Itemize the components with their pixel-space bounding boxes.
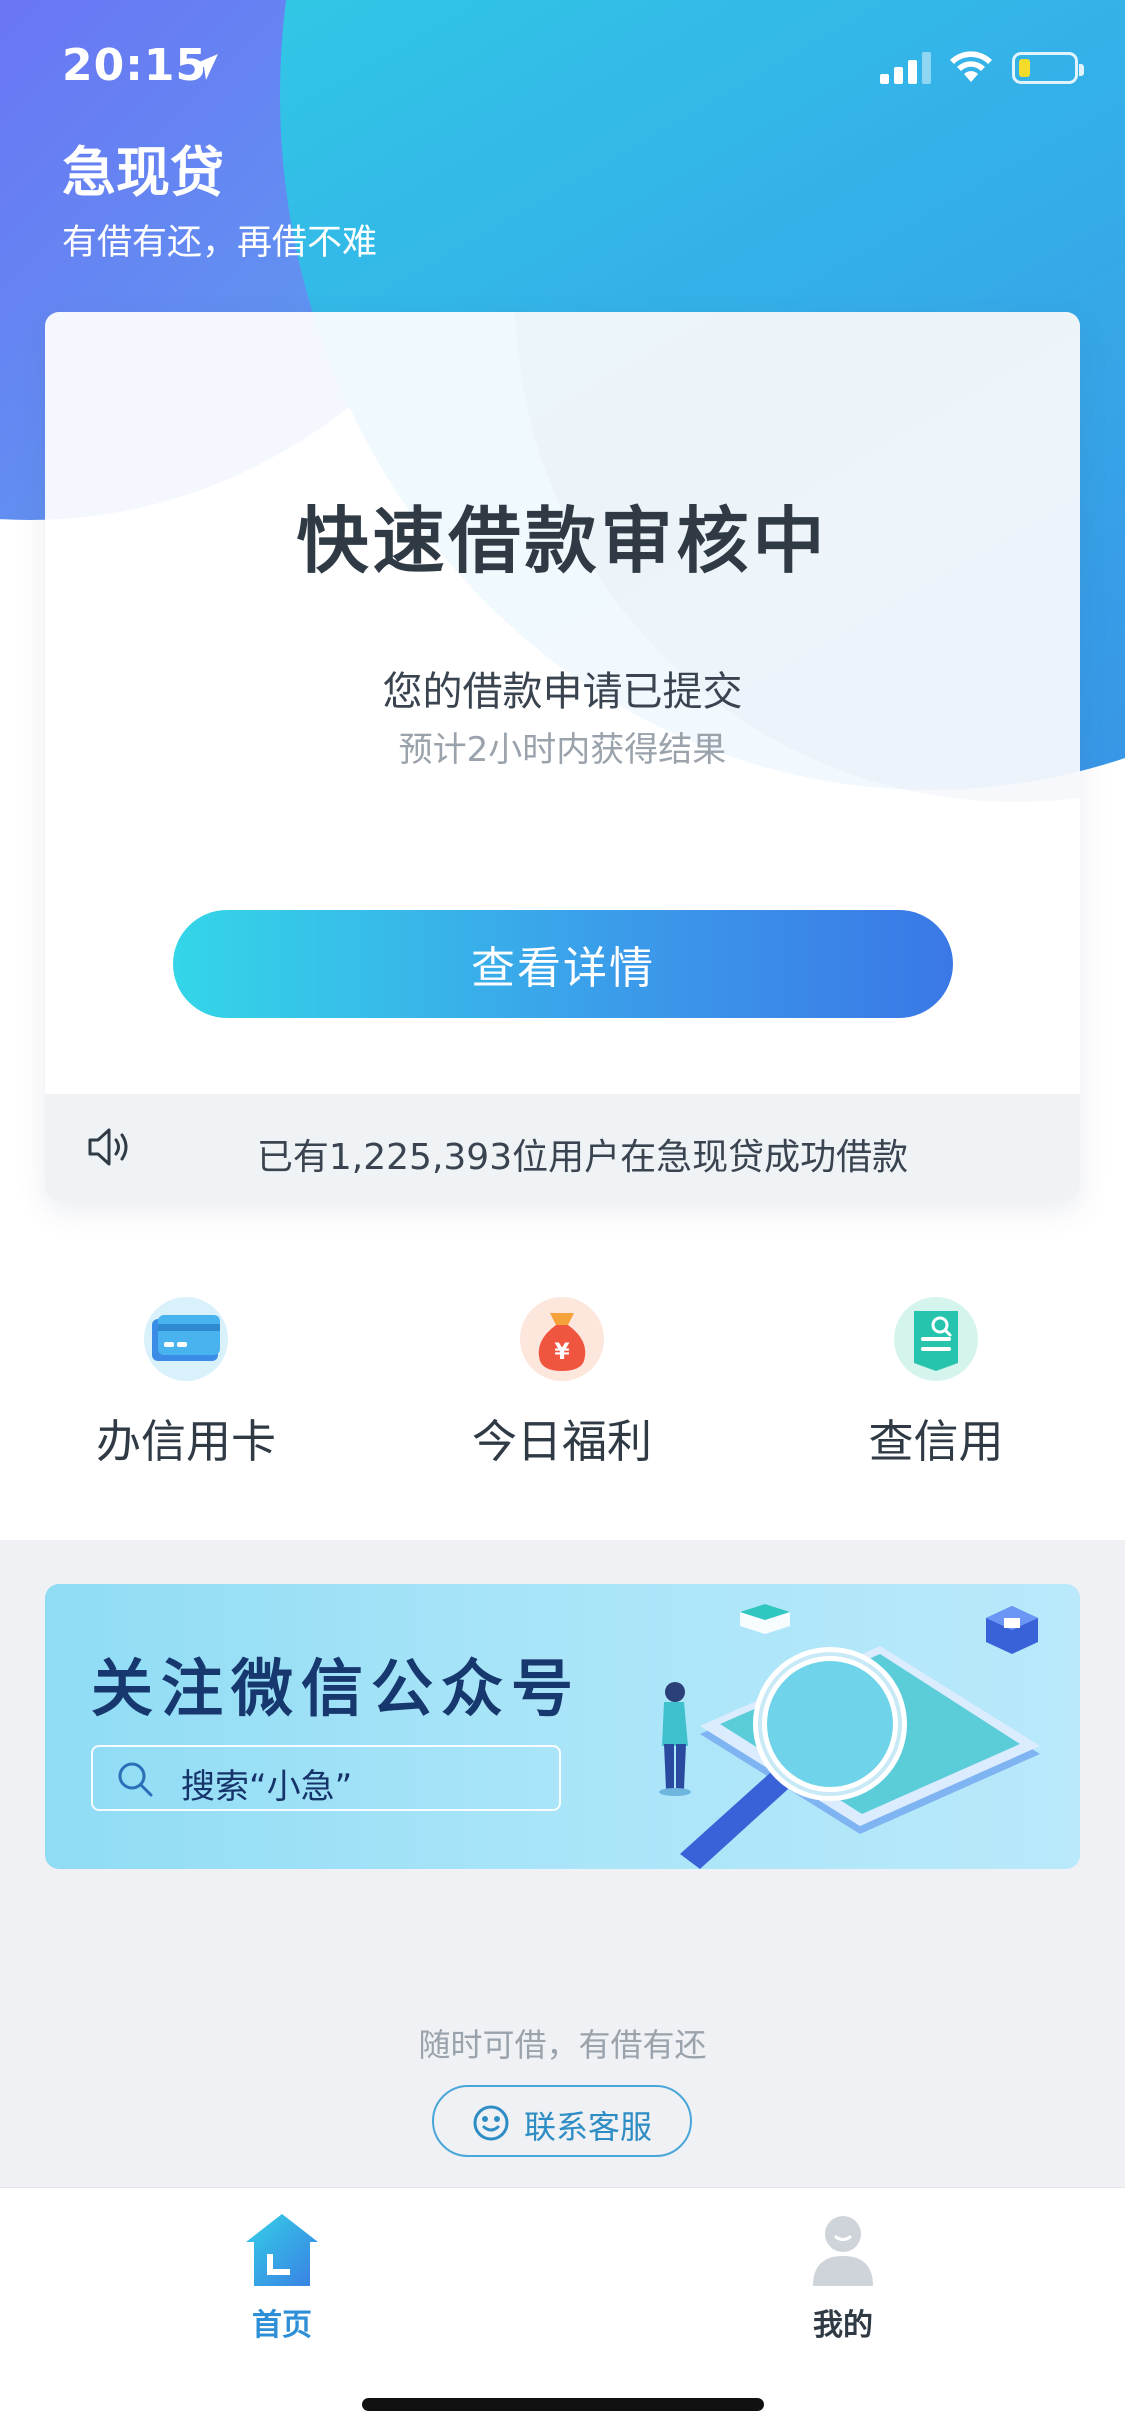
cellular-signal-icon [880, 52, 932, 88]
money-bag-icon: ¥ [520, 1297, 604, 1381]
quick-entry-label: 查信用 [868, 1415, 1004, 1468]
banner-search-text: 搜索“小急” [181, 1767, 353, 1807]
loan-status-title: 快速借款审核中 [296, 499, 829, 583]
announcement-ticker: 已有1,225,393位用户在急现贷成功借款 [45, 1094, 1080, 1200]
user-icon [803, 2210, 883, 2290]
quick-entry-credit-check[interactable]: 查信用 [786, 1297, 1086, 1470]
wechat-follow-banner[interactable]: 关注微信公众号 搜索“小急” [45, 1584, 1080, 1869]
credit-card-icon [144, 1297, 228, 1381]
quick-entry-welfare[interactable]: ¥ 今日福利 [412, 1297, 712, 1470]
tab-label: 我的 [813, 2308, 873, 2343]
loan-status-note: 预计2小时内获得结果 [398, 730, 727, 770]
magnifier-illustration [659, 1604, 1040, 1869]
quick-entries: 办信用卡 ¥ 今日福利 查信用 [0, 1200, 1125, 1540]
app-screen: 20:15 急现贷 有借有还，再借不难 快速借款审核中 您的借款申请已提交 预计… [0, 0, 1125, 2436]
banner-title: 关注微信公众号 [91, 1652, 582, 1725]
battery-fill [1019, 59, 1030, 77]
quick-entry-label: 今日福利 [471, 1415, 652, 1468]
contact-service-button[interactable]: 联系客服 [432, 2085, 692, 2157]
app-slogan: 有借有还，再借不难 [62, 223, 378, 263]
smile-icon [472, 2104, 510, 2150]
tab-label: 首页 [252, 2308, 312, 2343]
view-details-button[interactable]: 查看详情 [173, 910, 953, 1018]
tab-me[interactable]: 我的 [723, 2210, 963, 2344]
quick-entry-credit-card[interactable]: 办信用卡 [36, 1297, 336, 1470]
credit-report-icon [894, 1297, 978, 1381]
status-time: 20:15 [62, 40, 208, 91]
ticker-text: 已有1,225,393位用户在急现贷成功借款 [256, 1137, 909, 1178]
banner-search-box: 搜索“小急” [91, 1745, 561, 1811]
svg-text:¥: ¥ [554, 1340, 570, 1365]
tab-home[interactable]: 首页 [162, 2210, 402, 2344]
search-icon [115, 1759, 155, 1803]
wifi-icon [948, 48, 994, 88]
location-arrow-icon [190, 52, 220, 86]
quick-entry-label: 办信用卡 [95, 1415, 276, 1468]
home-icon [242, 2210, 322, 2290]
status-bar: 20:15 [0, 0, 1125, 132]
loan-status-card: 快速借款审核中 您的借款申请已提交 预计2小时内获得结果 查看详情 已有1,22… [45, 312, 1080, 1200]
app-title: 急现贷 [62, 141, 224, 204]
battery-icon [1012, 52, 1084, 84]
home-indicator[interactable] [362, 2398, 764, 2411]
loan-status-message: 您的借款申请已提交 [382, 669, 743, 715]
contact-service-label: 联系客服 [524, 2108, 653, 2146]
footer-tagline: 随时可借，有借有还 [418, 2026, 707, 2064]
